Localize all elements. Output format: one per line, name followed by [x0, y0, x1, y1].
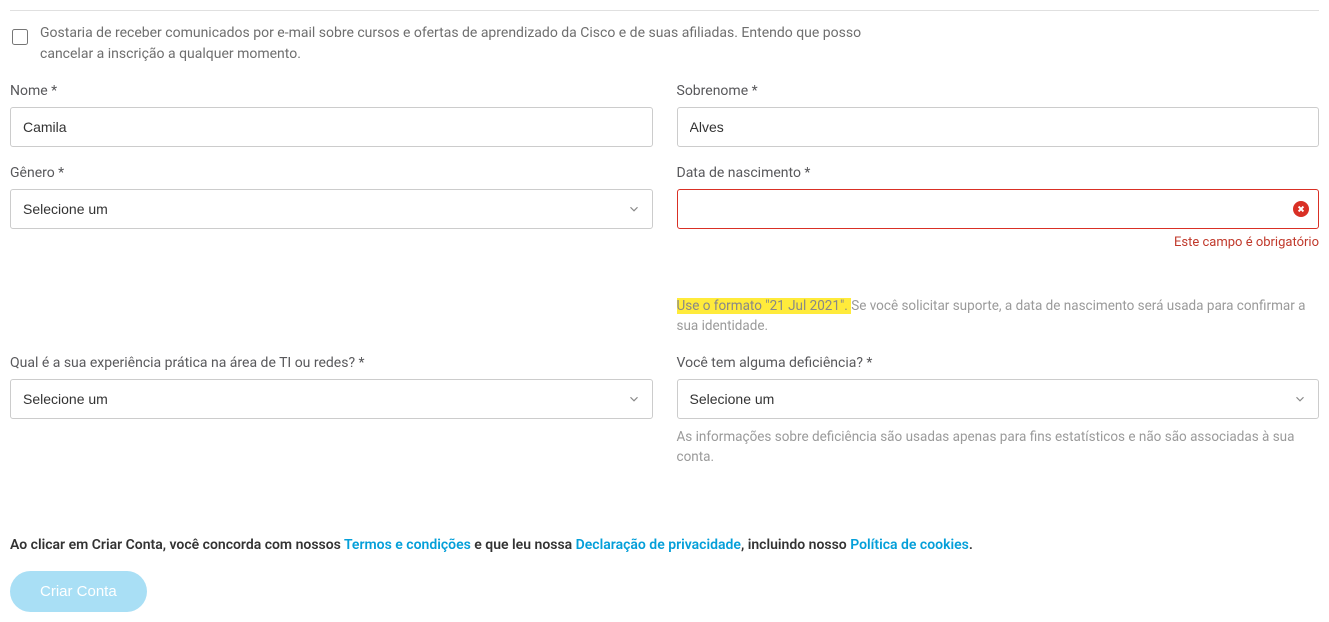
agreement-text: Ao clicar em Criar Conta, você concorda … [10, 537, 1319, 553]
dob-helper: Use o formato "21 Jul 2021". Se você sol… [677, 288, 1320, 337]
error-icon [1293, 201, 1309, 217]
cookies-link[interactable]: Política de cookies [850, 537, 969, 553]
dob-field: Data de nascimento * Este campo é obriga… [677, 165, 1320, 250]
consent-row: Gostaria de receber comunicados por e-ma… [10, 23, 1319, 65]
gender-select[interactable]: Selecione um [10, 189, 653, 229]
terms-link[interactable]: Termos e condições [344, 537, 471, 553]
disability-label: Você tem alguma deficiência? * [677, 355, 1320, 371]
last-name-field: Sobrenome * [677, 83, 1320, 147]
first-name-input[interactable] [10, 107, 653, 147]
dob-label: Data de nascimento * [677, 165, 1320, 181]
disability-helper-text: As informações sobre deficiência são usa… [677, 427, 1320, 468]
consent-checkbox[interactable] [12, 29, 28, 45]
last-name-label: Sobrenome * [677, 83, 1320, 99]
dob-input[interactable] [677, 189, 1320, 229]
last-name-input[interactable] [677, 107, 1320, 147]
gender-label: Gênero * [10, 165, 653, 181]
dob-error-message: Este campo é obrigatório [677, 235, 1320, 250]
privacy-link[interactable]: Declaração de privacidade [576, 537, 741, 553]
experience-select[interactable]: Selecione um [10, 379, 653, 419]
first-name-field: Nome * [10, 83, 653, 147]
disability-select[interactable]: Selecione um [677, 379, 1320, 419]
create-account-button[interactable]: Criar Conta [10, 571, 147, 612]
first-name-label: Nome * [10, 83, 653, 99]
consent-label: Gostaria de receber comunicados por e-ma… [40, 23, 870, 65]
dob-format-highlight: Use o formato "21 Jul 2021". [677, 298, 852, 314]
experience-field: Qual é a sua experiência prática na área… [10, 355, 653, 468]
experience-label: Qual é a sua experiência prática na área… [10, 355, 653, 371]
gender-field: Gênero * Selecione um [10, 165, 653, 250]
disability-field: Você tem alguma deficiência? * Selecione… [677, 355, 1320, 468]
